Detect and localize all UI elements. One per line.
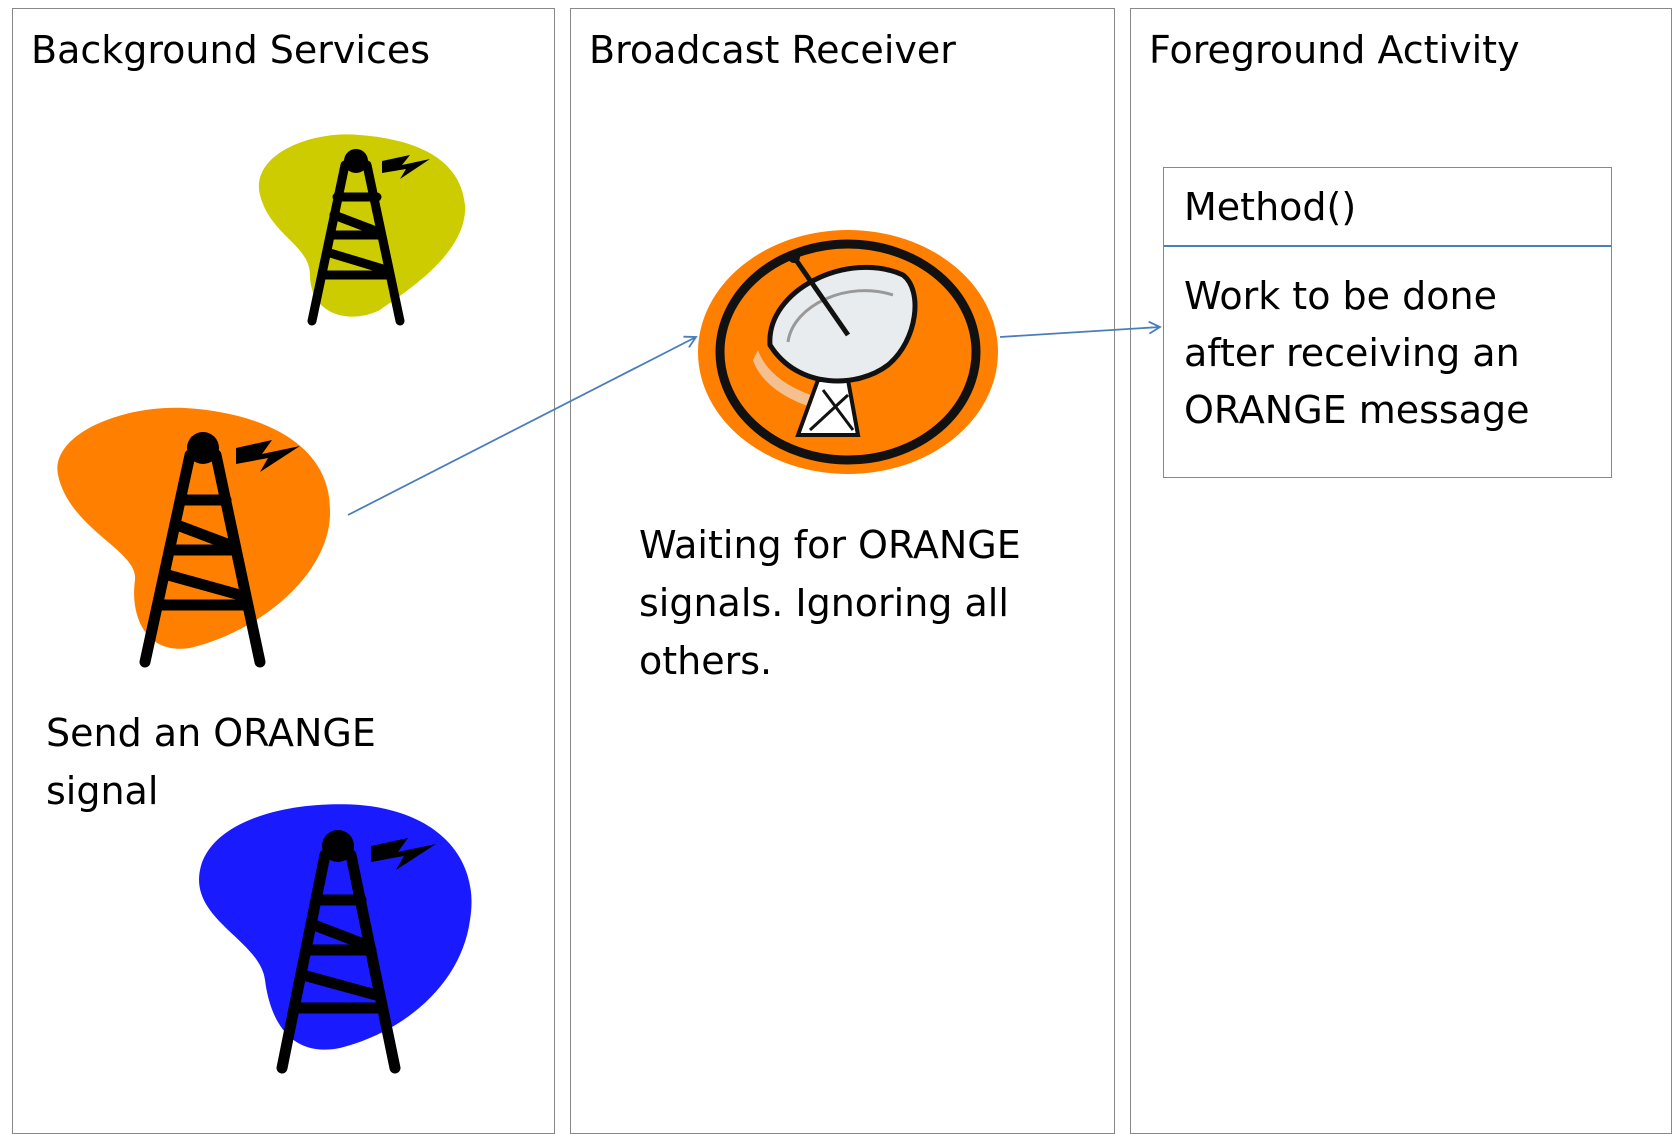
receiver-to-method-arrow <box>999 320 1162 338</box>
tower-to-receiver-arrow <box>347 335 698 516</box>
arrow-overlay <box>347 320 1162 516</box>
